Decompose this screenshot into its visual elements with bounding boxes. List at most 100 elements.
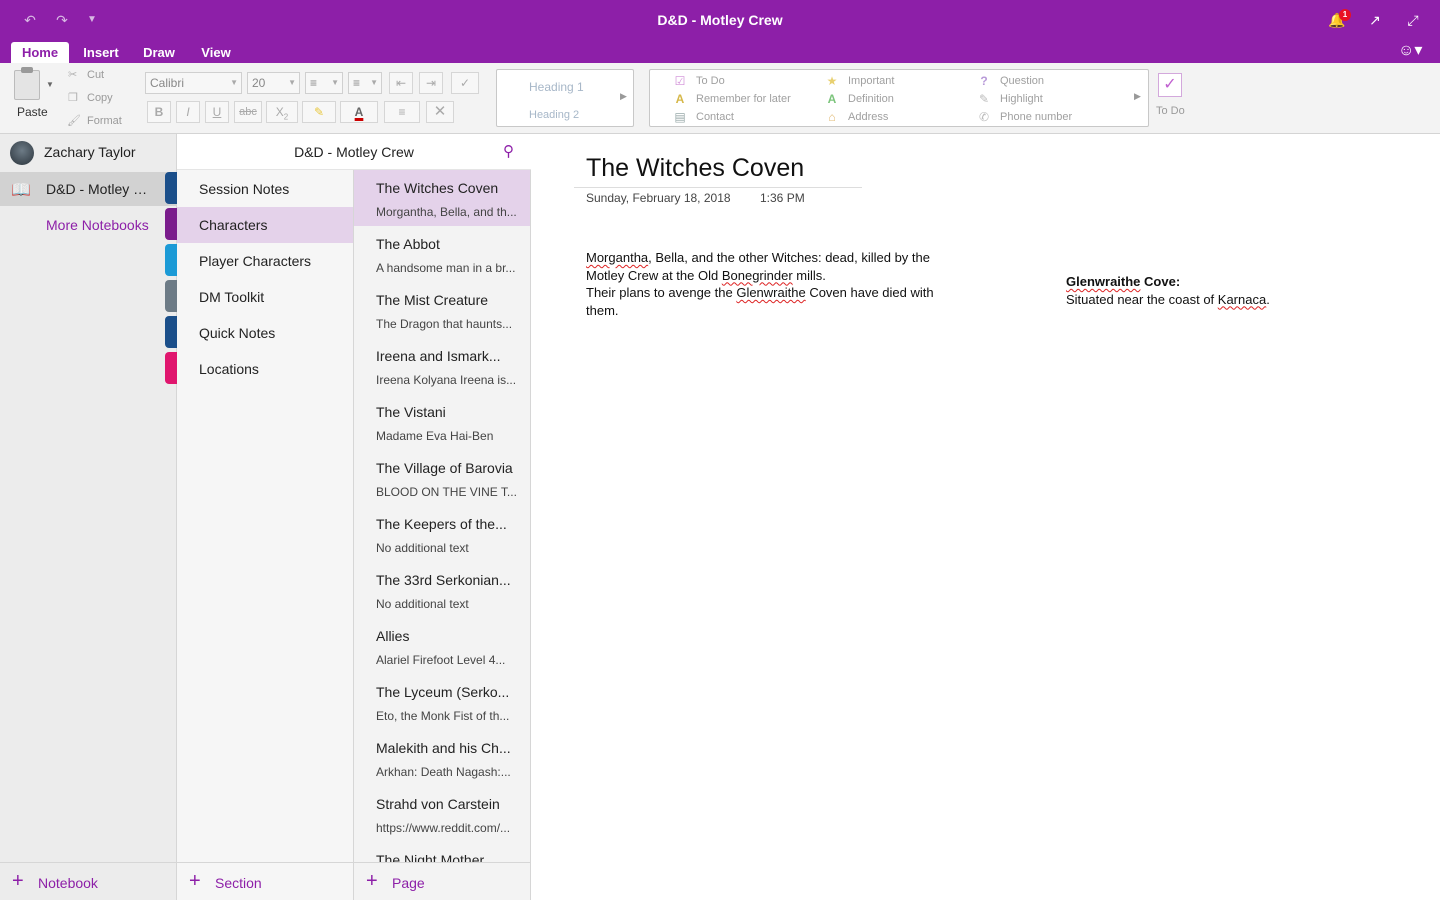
misspelled-word[interactable]: Morgantha	[586, 250, 648, 265]
page-item-title: The Abbot	[376, 236, 440, 252]
page-item-title: The Vistani	[376, 404, 446, 420]
page-item[interactable]: The Mist Creature The Dragon that haunts.…	[354, 282, 530, 338]
misspelled-word[interactable]: Karnaca	[1218, 292, 1266, 307]
tab-draw[interactable]: Draw	[135, 42, 183, 63]
notebook-footer: + Notebook	[0, 862, 177, 900]
page-item[interactable]: The Witches Coven Morgantha, Bella, and t…	[354, 170, 530, 226]
copy-icon: ❐	[68, 92, 78, 104]
page-item-preview: Arkhan: Death Nagash:...	[376, 765, 511, 779]
add-page-label: Page	[392, 875, 425, 891]
font-size-select[interactable]: 20 ▼	[247, 72, 300, 94]
paste-dropdown-icon[interactable]: ▼	[46, 80, 54, 89]
fullscreen-icon[interactable]: ⤢	[1404, 11, 1422, 29]
todo-checkbox-icon[interactable]: ✓	[1158, 73, 1182, 97]
tag-question-label: Question	[1000, 75, 1045, 87]
page-item[interactable]: The Keepers of the... No additional text	[354, 506, 530, 562]
font-family-select[interactable]: Calibri ▼	[145, 72, 242, 94]
section-item[interactable]: Player Characters	[177, 243, 353, 279]
delete-icon[interactable]: ✕	[426, 101, 454, 123]
strikethrough-button[interactable]: abc	[234, 101, 262, 123]
bullets-button[interactable]: ≡ ▼	[305, 72, 343, 94]
tags-expand-icon[interactable]: ▶	[1134, 91, 1141, 102]
outdent-icon[interactable]: ⇤	[389, 72, 413, 94]
account-button[interactable]: Zachary Taylor	[0, 134, 177, 170]
add-notebook-label: Notebook	[38, 875, 98, 891]
misspelled-word[interactable]: Glenwraithe	[736, 285, 805, 300]
tags-gallery[interactable]: ☑ To Do A Remember for later ▤ Contact ★ Imp…	[649, 69, 1149, 127]
note-container[interactable]: Morgantha, Bella, and the other Witches:…	[586, 249, 956, 319]
subscript-button[interactable]: X2	[266, 101, 298, 123]
misspelled-word[interactable]: Bonegrinder	[722, 268, 793, 283]
style-heading1[interactable]: Heading 1	[529, 80, 584, 94]
page-item[interactable]: Strahd von Carstein https://www.reddit.co…	[354, 786, 530, 842]
subscript-label: X	[275, 105, 284, 119]
page-item[interactable]: The Abbot A handsome man in a br...	[354, 226, 530, 282]
paste-button[interactable]: Paste	[17, 105, 48, 119]
page-item[interactable]: The Lyceum (Serko... Eto, the Monk Fist o…	[354, 674, 530, 730]
section-tab-color[interactable]	[165, 208, 177, 240]
tag-contact-label: Contact	[696, 111, 734, 123]
section-item[interactable]: Characters	[177, 207, 353, 243]
note-heading: Cove:	[1140, 274, 1181, 289]
misspelled-word[interactable]: Glenwraithe	[1066, 274, 1140, 289]
copy-button[interactable]: Copy	[87, 92, 113, 104]
page-item[interactable]: Malekith and his Ch... Arkhan: Death Naga…	[354, 730, 530, 786]
plus-icon: +	[366, 870, 378, 892]
align-icon[interactable]: ≡	[384, 101, 420, 123]
question-icon: ?	[980, 74, 988, 88]
bold-button[interactable]: B	[147, 101, 171, 123]
paste-icon[interactable]	[14, 67, 40, 100]
style-heading2[interactable]: Heading 2	[529, 109, 579, 121]
section-item[interactable]: Quick Notes	[177, 315, 353, 351]
notebook-item-current[interactable]: 📖 D&D - Motley Crew	[0, 172, 177, 206]
section-item[interactable]: Locations	[177, 351, 353, 387]
note-text: .	[1266, 291, 1270, 307]
plus-icon: +	[12, 870, 24, 892]
numbering-button[interactable]: ≡ ▼	[348, 72, 382, 94]
checkbox-icon: ☑	[674, 74, 686, 88]
section-item[interactable]: Session Notes	[177, 171, 353, 207]
contact-card-icon: ▤	[674, 110, 686, 124]
page-canvas[interactable]: The Witches Coven Sunday, February 18, 2…	[531, 134, 1440, 900]
page-item-preview: A handsome man in a br...	[376, 261, 516, 275]
section-tab-color[interactable]	[165, 352, 177, 384]
page-item[interactable]: The Vistani Madame Eva Hai-Ben	[354, 394, 530, 450]
cut-button[interactable]: Cut	[87, 69, 104, 81]
todo-tag-button[interactable]: To Do	[1156, 105, 1185, 117]
tag-remember-label: Remember for later	[696, 93, 791, 105]
page-footer: + Page	[354, 862, 531, 900]
styles-gallery[interactable]: Heading 1 Heading 2 ▶	[496, 69, 634, 127]
more-notebooks-link[interactable]: More Notebooks	[46, 217, 149, 233]
note-container[interactable]: Glenwraithe Cove: Situated near the coas…	[1066, 273, 1326, 308]
page-item[interactable]: The Village of Barovia BLOOD ON THE VINE …	[354, 450, 530, 506]
tab-insert[interactable]: Insert	[76, 42, 126, 63]
format-painter-button[interactable]: Format	[87, 115, 122, 127]
indent-icon[interactable]: ⇥	[419, 72, 443, 94]
page-item[interactable]: The 33rd Serkonian... No additional text	[354, 562, 530, 618]
page-item-preview: BLOOD ON THE VINE T...	[376, 485, 517, 499]
share-icon[interactable]: ↗	[1366, 11, 1384, 29]
feedback-smiley-icon[interactable]: ☺▾	[1398, 40, 1428, 62]
page-item[interactable]: Allies Alariel Firefoot Level 4...	[354, 618, 530, 674]
font-color-icon[interactable]: A	[340, 101, 378, 123]
sections-pane: Session Notes Characters Player Characte…	[177, 170, 354, 900]
section-tab-color[interactable]	[165, 280, 177, 312]
section-tab-color[interactable]	[165, 244, 177, 276]
styles-expand-icon[interactable]: ▶	[620, 91, 627, 102]
page-title[interactable]: The Witches Coven	[586, 154, 804, 183]
page-item[interactable]: Ireena and Ismark... Ireena Kolyana Ireen…	[354, 338, 530, 394]
search-icon[interactable]: ⚲	[503, 142, 521, 160]
underline-button[interactable]: U	[205, 101, 229, 123]
avatar	[10, 141, 34, 165]
page-item-title: The Mist Creature	[376, 292, 489, 308]
highlight-color-icon[interactable]: ✎	[302, 101, 336, 123]
section-tab-color[interactable]	[165, 172, 177, 204]
clear-formatting-icon[interactable]: ✓	[451, 72, 479, 94]
page-item-title: The Village of Barovia	[376, 460, 513, 476]
section-item[interactable]: DM Toolkit	[177, 279, 353, 315]
tab-view[interactable]: View	[193, 42, 239, 63]
section-tab-color[interactable]	[165, 316, 177, 348]
italic-button[interactable]: I	[176, 101, 200, 123]
page-item-preview: https://www.reddit.com/...	[376, 821, 511, 835]
tab-home[interactable]: Home	[11, 42, 69, 63]
